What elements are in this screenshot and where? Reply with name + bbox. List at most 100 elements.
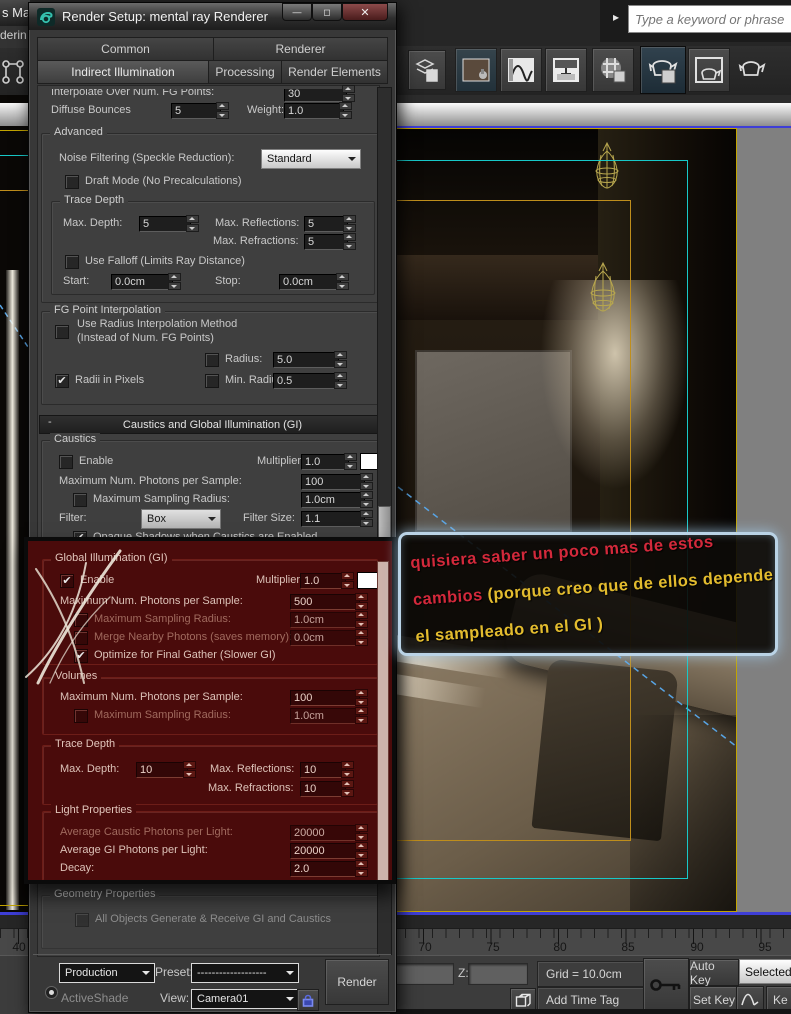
gi-max-refractions-field[interactable]: 10: [300, 781, 346, 797]
avg-caustic-photons-field[interactable]: 20000: [290, 825, 360, 841]
preset-dropdown[interactable]: -------------------: [191, 963, 299, 983]
camera-viewport[interactable]: [390, 95, 791, 915]
tab-indirect-illumination[interactable]: Indirect Illumination: [37, 60, 209, 84]
schematic-view-icon[interactable]: [0, 56, 30, 90]
caustics-max-photons-field[interactable]: 100: [301, 474, 365, 490]
curve-editor-toolbar-icon[interactable]: [455, 48, 497, 92]
volumes-max-photons-spinner[interactable]: [355, 689, 368, 706]
volumes-max-radius-checkbox[interactable]: [74, 709, 88, 723]
diffuse-bounces-spinner[interactable]: [216, 102, 229, 119]
filter-dropdown[interactable]: Box: [141, 509, 221, 529]
maximize-button[interactable]: ◻: [312, 3, 342, 21]
volumes-max-radius-field[interactable]: 1.0cm: [290, 708, 360, 724]
trace-depth-title: Trace Depth: [60, 194, 129, 206]
radius-checkbox[interactable]: [205, 353, 219, 367]
use-falloff-checkbox[interactable]: [65, 255, 79, 269]
filter-size-spinner[interactable]: [360, 510, 373, 527]
stop-spinner[interactable]: [336, 273, 349, 290]
max-refractions-spinner[interactable]: [343, 233, 356, 250]
max-depth-field[interactable]: 5: [139, 216, 191, 232]
radius-field[interactable]: 5.0: [273, 352, 339, 368]
min-radius-field[interactable]: 0.5: [273, 373, 339, 389]
auto-key-button[interactable]: Auto Key: [689, 959, 739, 987]
caustics-enable-checkbox[interactable]: [59, 455, 73, 469]
min-radius-checkbox[interactable]: [205, 374, 219, 388]
search-input[interactable]: [628, 5, 791, 33]
volumes-max-photons-field[interactable]: 100: [290, 690, 360, 706]
caustics-gi-rollout-header[interactable]: - Caustics and Global Illumination (GI): [39, 415, 386, 434]
max-depth-spinner[interactable]: [186, 215, 199, 232]
gi-color-swatch[interactable]: [357, 572, 379, 589]
gi-merge-field[interactable]: 0.0cm: [290, 630, 360, 646]
volumes-max-radius-spinner[interactable]: [355, 707, 368, 724]
production-dropdown[interactable]: Production: [59, 963, 155, 983]
decay-field[interactable]: 2.0: [290, 861, 360, 877]
gi-multiplier-field[interactable]: 1.0: [300, 573, 346, 589]
radius-spinner[interactable]: [334, 351, 347, 368]
close-button[interactable]: ✕: [342, 3, 388, 21]
weight-spinner[interactable]: [339, 102, 352, 119]
caustics-max-radius-spinner[interactable]: [360, 491, 373, 508]
all-objects-checkbox[interactable]: [75, 913, 89, 927]
tab-common[interactable]: Common: [37, 37, 214, 61]
coordinate-z-field[interactable]: [468, 963, 528, 985]
material-editor-icon[interactable]: [592, 48, 634, 92]
use-radius-method-checkbox[interactable]: [55, 325, 69, 339]
sliver-yellow-line: [0, 130, 28, 131]
production-radio[interactable]: [45, 986, 58, 999]
render-production-icon[interactable]: [732, 48, 772, 90]
layer-manager-icon[interactable]: [408, 50, 446, 90]
rendered-frame-window-icon[interactable]: [688, 48, 730, 92]
start-spinner[interactable]: [168, 273, 181, 290]
avg-caustic-photons-spinner[interactable]: [355, 824, 368, 841]
tab-render-elements[interactable]: Render Elements: [281, 60, 388, 84]
search-arrow-icon[interactable]: ▸: [613, 10, 619, 24]
view-lock-icon[interactable]: [297, 989, 319, 1011]
max-reflections-spinner[interactable]: [343, 215, 356, 232]
min-radius-spinner[interactable]: [334, 372, 347, 389]
lock-selection-key-icon[interactable]: [643, 958, 689, 1012]
gi-multiplier-spinner[interactable]: [341, 572, 354, 589]
gi-max-reflections-field[interactable]: 10: [300, 762, 346, 778]
caustics-multiplier-spinner[interactable]: [344, 453, 357, 470]
gi-max-depth-field[interactable]: 10: [136, 762, 188, 778]
tab-processing[interactable]: Processing: [208, 60, 282, 84]
gi-max-photons-field[interactable]: 500: [290, 594, 360, 610]
caustics-max-radius-field[interactable]: 1.0cm: [301, 492, 365, 508]
caustics-max-photons-spinner[interactable]: [360, 473, 373, 490]
coordinate-y-field[interactable]: [392, 963, 454, 985]
gi-max-radius-spinner[interactable]: [355, 611, 368, 628]
gi-max-photons-spinner[interactable]: [355, 593, 368, 610]
gi-max-depth-spinner[interactable]: [183, 761, 196, 778]
draft-mode-checkbox[interactable]: [65, 175, 79, 189]
minimize-button[interactable]: —: [282, 3, 312, 21]
caustics-multiplier-field[interactable]: 1.0: [301, 454, 349, 470]
max-reflections-field[interactable]: 5: [304, 216, 348, 232]
radii-in-pixels-checkbox[interactable]: [55, 374, 69, 388]
render-setup-icon[interactable]: [640, 46, 686, 94]
menubar-fragment[interactable]: derin: [0, 26, 30, 48]
weight-field[interactable]: 1.0: [284, 103, 344, 119]
selected-filter-dropdown[interactable]: Selected: [739, 959, 791, 984]
stop-field[interactable]: 0.0cm: [279, 274, 341, 290]
filter-size-value: 1.1: [305, 513, 321, 525]
gi-max-reflections-spinner[interactable]: [341, 761, 354, 778]
gi-max-refractions-spinner[interactable]: [341, 780, 354, 797]
decay-spinner[interactable]: [355, 860, 368, 877]
gi-max-radius-field[interactable]: 1.0cm: [290, 612, 360, 628]
start-field[interactable]: 0.0cm: [111, 274, 173, 290]
noise-filtering-dropdown[interactable]: Standard: [261, 149, 361, 169]
caustics-max-radius-checkbox[interactable]: [73, 493, 87, 507]
track-view-icon[interactable]: [500, 48, 542, 92]
filter-size-field[interactable]: 1.1: [301, 511, 365, 527]
gi-merge-spinner[interactable]: [355, 629, 368, 646]
avg-gi-photons-spinner[interactable]: [355, 842, 368, 859]
render-button[interactable]: Render: [325, 959, 389, 1005]
diffuse-bounces-field[interactable]: 5: [171, 103, 221, 119]
interpolate-spinner[interactable]: [342, 85, 355, 102]
max-refractions-field[interactable]: 5: [304, 234, 348, 250]
avg-gi-photons-field[interactable]: 20000: [290, 843, 360, 859]
view-dropdown[interactable]: Camera01: [191, 989, 299, 1009]
tab-renderer[interactable]: Renderer: [213, 37, 388, 61]
schematic-window-icon[interactable]: [545, 48, 587, 92]
